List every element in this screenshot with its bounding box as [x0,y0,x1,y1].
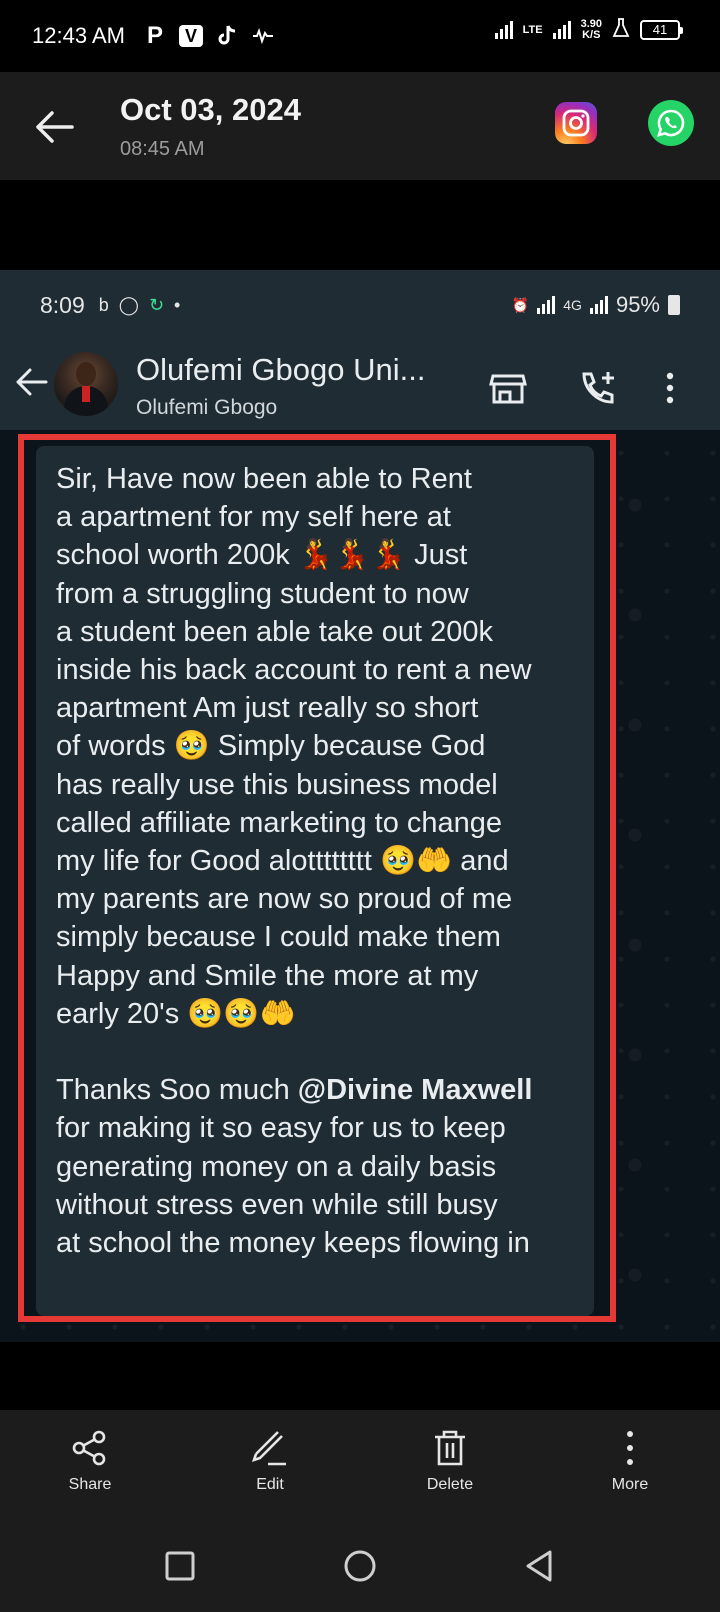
arrow-left-icon [36,111,74,143]
status-right: LTE 3.90 K/S 41 [494,18,683,41]
add-call-icon [582,372,614,404]
battery-indicator: 41 [640,19,683,40]
store-icon [489,374,527,404]
network-speed-unit: K/S [582,28,601,41]
edit-button[interactable]: Edit [210,1428,330,1508]
trash-icon [435,1430,465,1466]
instagram-icon [562,109,590,137]
edit-label: Edit [256,1476,284,1493]
photo-time: 08:45 AM [120,138,205,160]
message-text: Sir, Have now been able to Rent a apartm… [56,460,596,1262]
more-button[interactable]: More [570,1428,690,1508]
photo-date: Oct 03, 2024 [120,92,301,127]
gallery-header: Oct 03, 2024 08:45 AM [0,72,720,180]
whatsapp-share-button[interactable] [648,100,694,146]
message-bubble: Sir, Have now been able to Rent a apartm… [36,446,594,1316]
highlight-box: Sir, Have now been able to Rent a apartm… [18,434,616,1322]
screenshot-signal-2-icon [589,296,608,314]
signal-strength-2-icon [552,20,571,39]
chat-header: Olufemi Gbogo Uni... Olufemi Gbogo [0,340,720,430]
screenshot-status-bar: 8:09 b ◯ ↻ • ⏰ 4G 95% [0,270,720,340]
audio-wave-icon [251,24,275,48]
pinterest-p-icon: P [146,22,163,49]
whatsapp-icon [657,109,685,137]
more-vertical-icon [627,1431,633,1465]
nav-back-button[interactable] [520,1546,560,1586]
share-icon [72,1430,106,1466]
whatsapp-small-icon: ◯ [118,294,139,315]
tiktok-icon [215,24,239,48]
instagram-share-button[interactable] [555,102,597,144]
screenshot-network: 4G [563,297,582,313]
chat-title: Olufemi Gbogo Uni... [136,352,426,387]
v-app-icon: V [178,25,203,47]
photo-viewer[interactable]: 8:09 b ◯ ↻ • ⏰ 4G 95% Olufemi Gbogo Uni.… [0,270,720,1342]
b-app-icon: b [98,294,109,315]
mention: @Divine Maxwell [297,1074,533,1107]
network-speed: 3.90 K/S [581,18,602,41]
chat-subtitle: Olufemi Gbogo [136,396,278,419]
delete-button[interactable]: Delete [390,1428,510,1508]
signal-strength-icon [494,20,513,39]
refresh-icon: ↻ [148,294,165,315]
screenshot-signal-icon [537,296,556,314]
lte-indicator: LTE [522,23,543,36]
dot-icon: • [174,294,181,315]
system-nav-bar [0,1522,720,1612]
chat-background: Sir, Have now been able to Rent a apartm… [0,430,720,1342]
share-button[interactable]: Share [30,1428,150,1508]
message-text-part1: Sir, Have now been able to Rent a apartm… [56,463,532,1107]
home-button[interactable] [340,1546,380,1586]
more-label: More [611,1476,649,1493]
screenshot-status-right: ⏰ 4G 95% [512,292,680,318]
status-time: 12:43 AM [32,23,125,48]
kebab-menu-icon [666,372,674,404]
recent-apps-button[interactable] [160,1546,200,1586]
alarm-icon: ⏰ [511,296,530,313]
flask-icon [612,18,630,41]
status-bar: 12:43 AM P V LTE 3.90 K/S 41 [0,0,720,72]
status-app-icons: P V [143,22,275,49]
screenshot-time: 8:09 [40,291,85,318]
delete-label: Delete [426,1476,474,1493]
avatar [54,352,118,416]
share-label: Share [68,1476,112,1493]
screenshot-battery: 95% [615,292,660,317]
pencil-icon [251,1431,286,1466]
chat-back-arrow-icon [16,368,48,396]
back-button[interactable] [32,104,78,150]
message-text-part2: for making it so easy for us to keep gen… [56,1112,530,1260]
bottom-toolbar: Share Edit Delete More [0,1410,720,1522]
battery-icon [668,295,680,315]
